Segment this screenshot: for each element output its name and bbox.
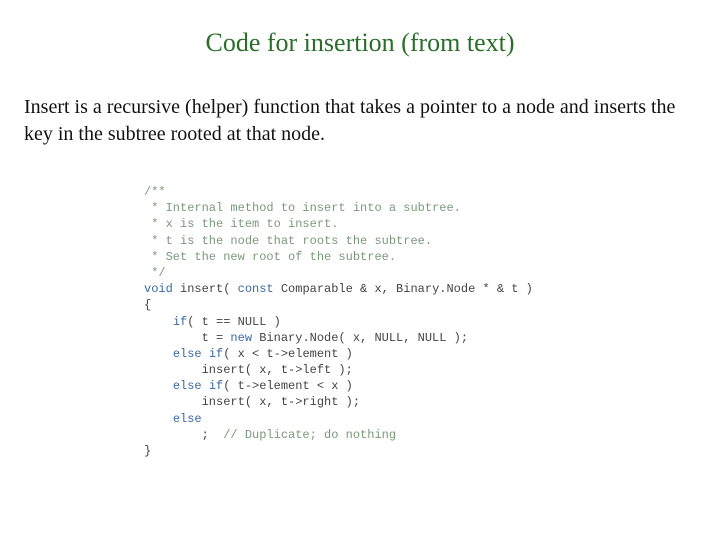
fn-params: Comparable & x, Binary.Node * & t ) — [274, 282, 533, 296]
keyword-elseif: else if — [173, 379, 223, 393]
brace-close: } — [144, 444, 151, 458]
stmt: Binary.Node( x, NULL, NULL ); — [252, 331, 468, 345]
fn-signature: insert( — [173, 282, 238, 296]
comment-line: /** — [144, 185, 166, 199]
code-block: /** * Internal method to insert into a s… — [144, 184, 696, 459]
keyword-new: new — [230, 331, 252, 345]
slide: Code for insertion (from text) Insert is… — [0, 0, 720, 540]
comment-inline: // Duplicate; do nothing — [223, 428, 396, 442]
comment-line: */ — [144, 266, 166, 280]
stmt: ; — [144, 428, 223, 442]
slide-title: Code for insertion (from text) — [24, 28, 696, 58]
elseif-cond: ( x < t->element ) — [223, 347, 353, 361]
comment-line: * x is the item to insert. — [144, 217, 338, 231]
keyword-elseif: else if — [173, 347, 223, 361]
code-pre: /** * Internal method to insert into a s… — [144, 184, 696, 459]
keyword-else: else — [173, 412, 202, 426]
description-text: Insert is a recursive (helper) function … — [24, 94, 696, 148]
stmt: insert( x, t->right ); — [144, 395, 360, 409]
comment-line: * Internal method to insert into a subtr… — [144, 201, 461, 215]
brace-open: { — [144, 298, 151, 312]
keyword-const: const — [238, 282, 274, 296]
stmt: t = — [144, 331, 230, 345]
stmt: insert( x, t->left ); — [144, 363, 353, 377]
comment-line: * t is the node that roots the subtree. — [144, 234, 432, 248]
keyword-if: if — [173, 315, 187, 329]
keyword-void: void — [144, 282, 173, 296]
comment-line: * Set the new root of the subtree. — [144, 250, 396, 264]
elseif-cond: ( t->element < x ) — [223, 379, 353, 393]
if-cond: ( t == NULL ) — [187, 315, 281, 329]
